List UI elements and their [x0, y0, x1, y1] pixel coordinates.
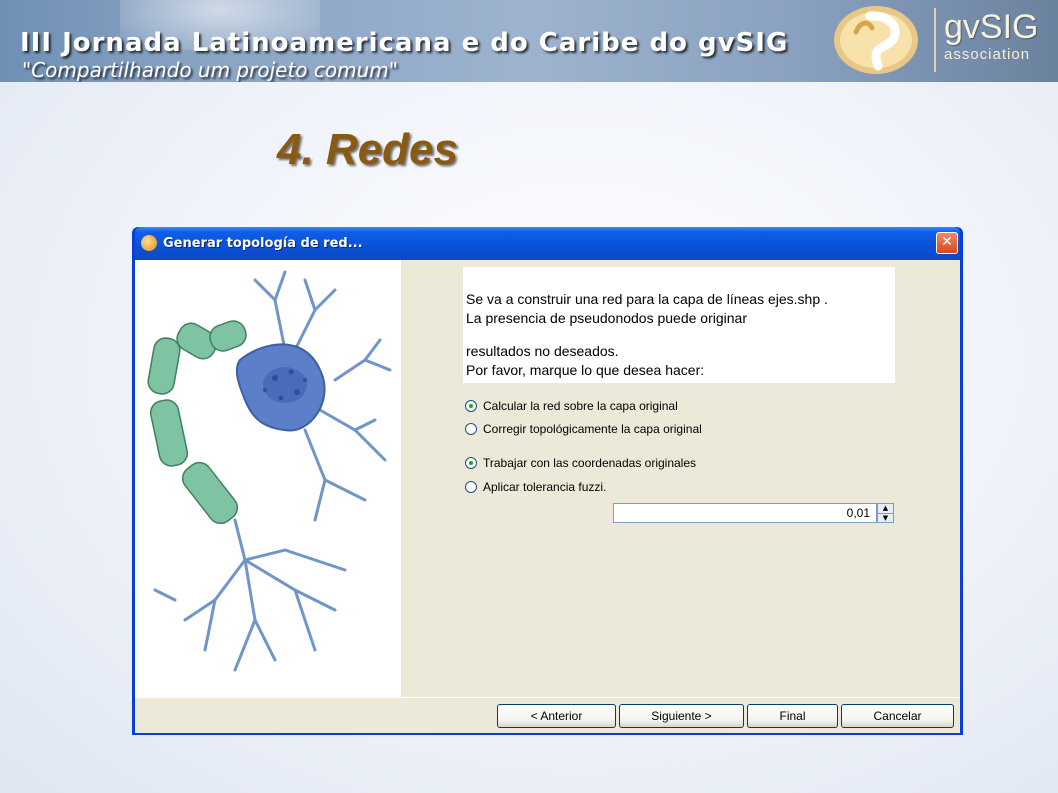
logo-association-text: association	[944, 46, 1031, 63]
radio-apply-tolerance[interactable]	[465, 481, 477, 493]
logo-gvsig-text: gvSIG	[944, 8, 1039, 46]
tolerance-spinner[interactable]: ▲ ▼	[877, 503, 894, 523]
info-line: Por favor, marque lo que desea hacer:	[466, 362, 705, 378]
option-calc-original[interactable]: Calcular la red sobre la capa original	[465, 397, 678, 415]
dialog-footer: < Anterior Siguiente > Final Cancelar	[135, 697, 960, 733]
info-line: resultados no deseados.	[466, 343, 619, 359]
tolerance-input[interactable]: 0,01	[613, 503, 877, 523]
dialog-client-area: Se va a construir una red para la capa d…	[135, 260, 960, 733]
dialog-titlebar[interactable]: Generar topología de red... ✕	[135, 227, 960, 260]
info-message-box: Se va a construir una red para la capa d…	[463, 267, 895, 383]
option-apply-tolerance[interactable]: Aplicar tolerancia fuzzi.	[465, 478, 606, 496]
cancel-button[interactable]: Cancelar	[841, 704, 954, 728]
app-icon	[141, 235, 157, 251]
gvsig-logo-icon	[834, 6, 918, 74]
neuron-illustration	[147, 270, 392, 672]
option-correct-topology[interactable]: Corregir topológicamente la capa origina…	[465, 420, 702, 438]
banner-title: III Jornada Latinoamericana e do Caribe …	[20, 28, 789, 58]
spinner-down-icon[interactable]: ▼	[878, 513, 893, 523]
final-button[interactable]: Final	[747, 704, 838, 728]
info-line: La presencia de pseudonodos puede origin…	[466, 310, 747, 326]
spinner-up-icon[interactable]: ▲	[878, 504, 893, 513]
previous-button[interactable]: < Anterior	[497, 704, 616, 728]
option-label: Calcular la red sobre la capa original	[483, 399, 678, 413]
topology-dialog: Generar topología de red... ✕ Se va a co…	[132, 227, 963, 735]
radio-work-original-coords[interactable]	[465, 457, 477, 469]
next-button[interactable]: Siguiente >	[619, 704, 744, 728]
banner-subtitle: "Compartilhando um projeto comum"	[22, 58, 398, 82]
header-banner: III Jornada Latinoamericana e do Caribe …	[0, 0, 1058, 82]
option-label: Trabajar con las coordenadas originales	[483, 456, 697, 470]
info-line: Se va a construir una red para la capa d…	[466, 291, 828, 307]
slide-title: 4. Redes	[277, 125, 458, 174]
dialog-title: Generar topología de red...	[163, 236, 363, 251]
option-work-original-coords[interactable]: Trabajar con las coordenadas originales	[465, 454, 696, 472]
wizard-image-panel	[135, 260, 401, 697]
radio-calc-original[interactable]	[465, 400, 477, 412]
option-label: Corregir topológicamente la capa origina…	[483, 422, 702, 436]
option-label: Aplicar tolerancia fuzzi.	[483, 480, 607, 494]
gvsig-association-logo: gvSIG association	[944, 10, 1038, 63]
logo-separator	[934, 8, 936, 72]
close-button[interactable]: ✕	[936, 232, 958, 254]
radio-correct-topology[interactable]	[465, 423, 477, 435]
